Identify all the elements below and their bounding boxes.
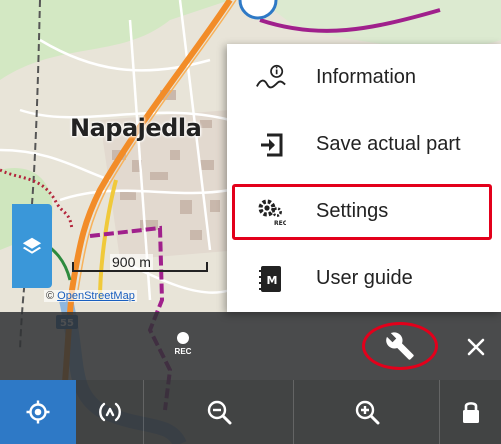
record-icon — [177, 332, 189, 344]
gps-button[interactable] — [0, 380, 76, 444]
menu-item-save-actual-part[interactable]: Save actual part — [227, 111, 501, 178]
quick-actions-bar: REC — [0, 312, 501, 380]
lock-button[interactable] — [440, 380, 501, 444]
close-button[interactable] — [461, 332, 491, 362]
map-rotate-button[interactable] — [76, 380, 144, 444]
menu-label: Save actual part — [316, 133, 461, 155]
map-rotate-icon — [98, 402, 121, 422]
bottom-panel: REC — [0, 312, 501, 444]
gps-locate-icon — [26, 400, 50, 424]
menu-item-information[interactable]: Information — [227, 44, 501, 111]
layers-button[interactable] — [12, 204, 52, 288]
layers-icon — [22, 237, 42, 254]
menu-item-user-guide[interactable]: M User guide — [227, 245, 501, 312]
settings-highlight-box — [232, 184, 492, 240]
tools-button[interactable] — [362, 322, 438, 370]
map-toolbar — [0, 380, 501, 444]
user-guide-icon-mark: M — [267, 274, 278, 287]
user-guide-icon: M — [255, 263, 287, 295]
menu-label: User guide — [316, 267, 413, 289]
save-map-icon — [255, 129, 287, 161]
zoom-in-button[interactable] — [294, 380, 440, 444]
zoom-in-icon — [355, 400, 379, 425]
map-attribution: © OpenStreetMap — [44, 290, 137, 302]
record-label: REC — [174, 347, 192, 356]
lock-icon — [462, 402, 479, 423]
menu-label: Information — [316, 66, 417, 88]
record-button[interactable]: REC — [168, 328, 198, 364]
attribution-link[interactable]: OpenStreetMap — [57, 290, 135, 302]
zoom-out-icon — [207, 400, 231, 425]
scale-bar: 900 m — [72, 254, 208, 274]
scale-bar-label: 900 m — [110, 254, 153, 270]
close-icon — [467, 338, 485, 356]
zoom-out-button[interactable] — [144, 380, 294, 444]
info-route-icon — [255, 62, 287, 94]
tools-highlight-ring — [362, 322, 438, 370]
tools-menu: Information Save actual part REC Setting… — [227, 44, 501, 312]
town-label: Napajedla — [70, 114, 202, 142]
attribution-prefix: © — [46, 290, 58, 302]
